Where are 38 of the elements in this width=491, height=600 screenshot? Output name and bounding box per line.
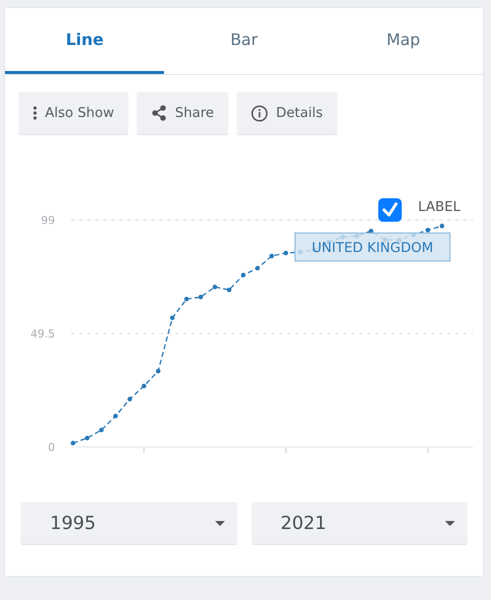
- data-point: [212, 284, 218, 290]
- label-toggle-text: LABEL: [418, 199, 460, 215]
- tab[interactable]: Map: [324, 8, 483, 74]
- more-button[interactable]: Also Show: [19, 92, 128, 134]
- tab[interactable]: Line: [5, 8, 164, 74]
- axis-tick-label: 0: [48, 441, 55, 454]
- series-label: UNITED KINGDOM: [312, 240, 434, 256]
- info-icon: [250, 104, 268, 122]
- share-button[interactable]: Share: [137, 92, 228, 134]
- share-icon: [151, 105, 167, 121]
- series-label: UNITED KINGDOM: [294, 232, 450, 262]
- data-point: [84, 436, 90, 440]
- tab[interactable]: Bar: [164, 8, 324, 74]
- data-point: [198, 294, 204, 300]
- data-point: [255, 266, 260, 270]
- data-point: [170, 316, 175, 320]
- data-point: [440, 224, 444, 228]
- data-point: [284, 250, 288, 256]
- axis-tick-label: 49.5: [30, 328, 55, 340]
- data-point: [184, 296, 189, 302]
- data-point: [269, 254, 274, 258]
- axis-tick-label: 99: [41, 214, 55, 227]
- data-point: [241, 272, 246, 278]
- caret-icon: [445, 520, 455, 526]
- checkbox[interactable]: [378, 198, 402, 222]
- data-point: [99, 428, 104, 432]
- more-icon: [33, 106, 37, 120]
- data-point: [70, 440, 76, 446]
- data-point: [226, 288, 232, 292]
- info-button[interactable]: Details: [236, 92, 337, 134]
- data-point: [142, 384, 146, 388]
- data-point: [127, 396, 132, 402]
- data-point: [426, 228, 430, 232]
- caret-icon: [214, 520, 224, 526]
- year-select[interactable]: 2021: [252, 502, 467, 544]
- data-point: [113, 414, 118, 418]
- data-point: [156, 368, 160, 374]
- year-select[interactable]: 1995: [21, 502, 236, 544]
